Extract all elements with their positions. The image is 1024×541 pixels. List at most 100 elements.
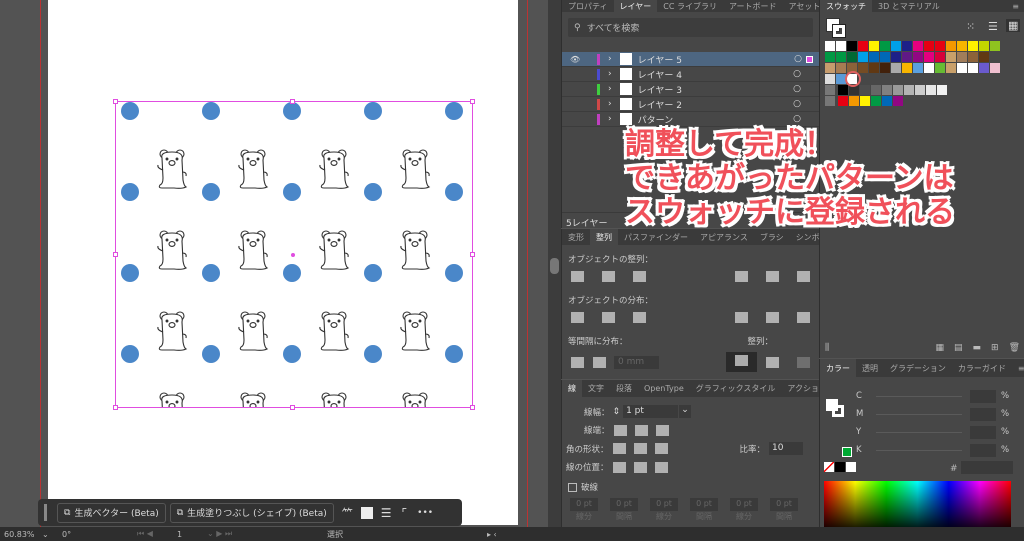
panel-tab[interactable]: ブラシ	[754, 232, 790, 243]
panel-tab[interactable]: 文字	[582, 383, 610, 394]
swatch[interactable]	[869, 41, 879, 51]
swatch[interactable]	[891, 63, 901, 73]
layer-row[interactable]: 👁 › レイヤー 5 ○	[562, 52, 819, 67]
expand-chevron-icon[interactable]: ›	[608, 84, 612, 94]
bevel-join-icon[interactable]	[654, 443, 668, 454]
swatch[interactable]	[968, 41, 978, 51]
swatch[interactable]	[990, 63, 1000, 73]
swatch[interactable]	[979, 63, 989, 73]
swatch[interactable]	[904, 85, 914, 95]
panel-tab[interactable]: 透明	[856, 363, 884, 374]
layer-name[interactable]: レイヤー 5	[638, 53, 682, 66]
generative-vector-button[interactable]: ⧉ 生成ベクター (Beta)	[57, 502, 166, 523]
artboard-prev-icon[interactable]: ⏮ ◀	[137, 529, 177, 539]
layer-name[interactable]: レイヤー 4	[638, 68, 682, 81]
distribute-top-icon[interactable]	[571, 312, 584, 323]
panel-tab[interactable]: カラーガイド	[952, 363, 1012, 374]
swatch[interactable]	[968, 63, 978, 73]
panel-menu-icon[interactable]: ≡	[1012, 364, 1024, 373]
swatch[interactable]	[968, 52, 978, 62]
distribute-vcenter-icon[interactable]	[602, 312, 615, 323]
swatch[interactable]	[838, 96, 848, 106]
swatch[interactable]	[869, 63, 879, 73]
hex-input[interactable]	[961, 461, 1013, 474]
generative-fill-button[interactable]: ⧉ 生成塗りつぶし (シェイプ) (Beta)	[169, 502, 334, 523]
swatch-kind-icon[interactable]: ▦	[935, 343, 944, 353]
align-to-key-object-button[interactable]	[726, 352, 757, 372]
panel-menu-icon[interactable]: ≡	[1006, 2, 1024, 11]
selection-handle[interactable]	[290, 405, 295, 410]
new-group-icon[interactable]: ▬	[973, 343, 982, 353]
swatch[interactable]	[847, 52, 857, 62]
align-center-stroke-icon[interactable]	[612, 461, 626, 473]
scroll-thumb[interactable]	[550, 258, 559, 274]
align-to-selection-icon[interactable]	[766, 356, 779, 368]
panel-tab[interactable]: OpenType	[638, 384, 690, 393]
stroke-color[interactable]	[832, 405, 844, 417]
swatch[interactable]	[880, 41, 890, 51]
library-icon[interactable]: ⫼	[825, 343, 829, 353]
panel-tab[interactable]: プロパティ	[562, 1, 614, 12]
chevron-down-icon[interactable]: ⌄	[42, 530, 52, 539]
swatch[interactable]	[836, 63, 846, 73]
selection-handle[interactable]	[113, 99, 118, 104]
swatch[interactable]	[871, 96, 881, 106]
color-spectrum[interactable]	[824, 481, 1011, 533]
swatch[interactable]	[871, 85, 881, 95]
swatch[interactable]	[880, 52, 890, 62]
target-circle-icon[interactable]: ○	[793, 114, 801, 124]
grid-view-icon[interactable]: ▦	[1006, 19, 1021, 32]
swatch[interactable]	[913, 63, 923, 73]
panel-tab[interactable]: グラデーション	[884, 363, 952, 374]
swatch[interactable]	[891, 41, 901, 51]
visibility-eye-icon[interactable]: 👁	[570, 55, 580, 64]
swatch[interactable]	[946, 41, 956, 51]
swatch[interactable]	[836, 41, 846, 51]
swatch[interactable]	[825, 52, 835, 62]
swatch[interactable]	[893, 85, 903, 95]
vertical-spacing-icon[interactable]	[571, 356, 584, 368]
swatch[interactable]	[882, 96, 892, 106]
pattern-edit-icon[interactable]	[360, 506, 373, 519]
target-circle-icon[interactable]: ○	[793, 69, 801, 79]
layer-name[interactable]: パターン	[638, 113, 674, 126]
swatch[interactable]	[869, 52, 879, 62]
miter-join-icon[interactable]	[612, 443, 626, 454]
zoom-level[interactable]: 60.83%	[0, 530, 42, 539]
swatch-options-icon[interactable]: ⁙	[966, 20, 975, 33]
dashed-checkbox[interactable]	[568, 482, 577, 492]
drag-handle[interactable]	[44, 504, 47, 521]
swatch[interactable]	[882, 85, 892, 95]
panel-tab[interactable]: スウォッチ	[820, 0, 872, 12]
selection-handle[interactable]	[470, 99, 475, 104]
distribute-left-icon[interactable]	[735, 312, 748, 323]
new-swatch-icon[interactable]: ⊞	[991, 343, 999, 353]
distribute-bottom-icon[interactable]	[633, 312, 646, 323]
round-join-icon[interactable]	[633, 443, 647, 454]
spacing-input[interactable]: 0 mm	[614, 355, 659, 369]
swatch[interactable]	[880, 63, 890, 73]
dash-input[interactable]: 0 pt	[770, 498, 798, 511]
align-to-artboard-icon[interactable]	[797, 356, 810, 368]
stepper-icon[interactable]: ⇕	[613, 407, 621, 417]
channel-slider[interactable]	[876, 431, 962, 433]
layer-row[interactable]: › パターン ○	[562, 112, 819, 127]
swatch[interactable]	[935, 52, 945, 62]
swatch[interactable]	[957, 52, 967, 62]
search-input[interactable]: すべてを検索	[587, 21, 640, 34]
layer-name[interactable]: レイヤー 2	[638, 98, 682, 111]
swatch[interactable]	[913, 41, 923, 51]
distribute-right-icon[interactable]	[797, 312, 810, 323]
artboard-next-icon[interactable]: ⌄ ▶ ⏭	[207, 529, 327, 539]
swatch[interactable]	[825, 74, 835, 84]
align-top-icon[interactable]	[735, 271, 748, 282]
dash-input[interactable]: 0 pt	[730, 498, 758, 511]
distribute-hcenter-icon[interactable]	[766, 312, 779, 323]
panel-tab[interactable]: 3D とマテリアル	[872, 1, 946, 12]
align-inside-stroke-icon[interactable]	[633, 461, 647, 473]
stroke-weight-input[interactable]: 1 pt	[623, 405, 679, 418]
align-outside-stroke-icon[interactable]	[654, 461, 668, 473]
panel-tab[interactable]: カラー	[820, 359, 856, 377]
swatch[interactable]	[825, 63, 835, 73]
delete-icon[interactable]: 🗑	[1009, 343, 1020, 353]
